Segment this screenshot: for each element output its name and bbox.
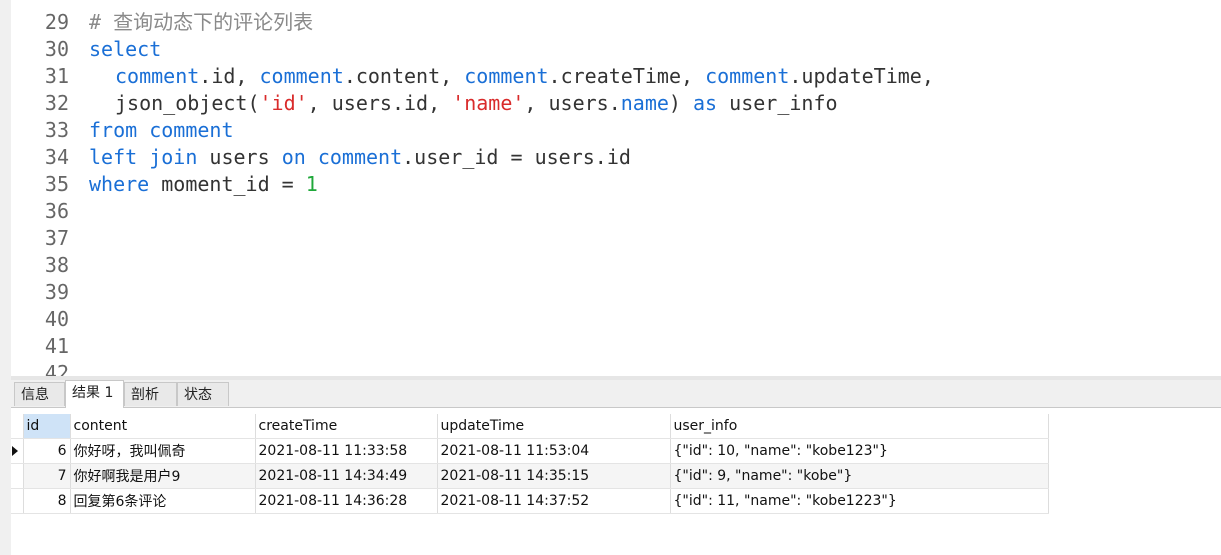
row-marker-header xyxy=(11,414,24,439)
code-token: .createTime, xyxy=(548,64,706,88)
line-number: 42 xyxy=(44,361,69,376)
column-header[interactable]: createTime xyxy=(255,414,438,439)
result-header-row: id content createTime updateTime user_info xyxy=(11,414,1049,439)
code-token: comment xyxy=(259,64,344,88)
code-token: , users. xyxy=(524,91,621,115)
line-number: 29 xyxy=(44,10,69,34)
column-header[interactable]: content xyxy=(70,414,256,439)
code-token: 'id' xyxy=(259,91,308,115)
code-token: where xyxy=(89,172,150,196)
code-token: .content, xyxy=(343,64,465,88)
table-cell[interactable]: {"id": 11, "name": "kobe1223"} xyxy=(670,488,1049,514)
row-selector[interactable] xyxy=(11,488,24,514)
code-token: .updateTime, xyxy=(789,64,934,88)
code-token: comment xyxy=(115,64,200,88)
code-text: left join users on comment.user_id = use… xyxy=(89,144,631,171)
table-cell[interactable]: 2021-08-11 11:33:58 xyxy=(255,438,438,464)
code-text: from comment xyxy=(89,117,234,144)
table-cell[interactable]: 6 xyxy=(23,438,71,464)
code-token: 1 xyxy=(305,172,318,196)
code-token: comment xyxy=(705,64,790,88)
code-text: select xyxy=(89,36,161,63)
line-number: 34 xyxy=(44,145,69,169)
code-token: , users.id, xyxy=(307,91,453,115)
table-cell[interactable]: 2021-08-11 14:34:49 xyxy=(255,463,438,489)
line-number: 33 xyxy=(44,118,69,142)
code-token: left xyxy=(89,145,138,169)
table-cell[interactable]: {"id": 10, "name": "kobe123"} xyxy=(670,438,1049,464)
table-row[interactable]: 7 你好啊我是用户9 2021-08-11 14:34:49 2021-08-11 1… xyxy=(11,463,1049,489)
row-selector[interactable] xyxy=(11,438,24,464)
code-token: json_object( xyxy=(115,91,260,115)
code-token: .user_id = users.id xyxy=(402,145,631,169)
line-number: 41 xyxy=(44,334,69,358)
column-header[interactable]: updateTime xyxy=(437,414,671,439)
table-cell[interactable]: 2021-08-11 11:53:04 xyxy=(437,438,671,464)
table-cell[interactable]: 回复第6条评论 xyxy=(70,488,256,514)
result-tab[interactable]: 状态 xyxy=(177,382,229,406)
table-row[interactable]: 6 你好呀，我叫佩奇 2021-08-11 11:33:58 2021-08-11 1… xyxy=(11,438,1049,464)
line-number: 39 xyxy=(44,280,69,304)
left-edge-strip xyxy=(0,0,11,555)
table-cell[interactable]: 7 xyxy=(23,463,71,489)
code-token: users xyxy=(197,145,282,169)
table-cell[interactable]: 你好啊我是用户9 xyxy=(70,463,256,489)
code-token: name xyxy=(620,91,669,115)
result-grid-area: id content createTime updateTime user_info 6… xyxy=(11,408,1221,555)
code-token: as xyxy=(693,91,718,115)
line-number: 36 xyxy=(44,199,69,223)
result-tab[interactable]: 结果 1 xyxy=(65,380,124,408)
line-number: 37 xyxy=(44,226,69,250)
code-text: json_object('id', users.id, 'name', user… xyxy=(89,90,838,117)
line-number: 40 xyxy=(44,307,69,331)
code-token: user_info xyxy=(717,91,838,115)
table-cell[interactable]: {"id": 9, "name": "kobe"} xyxy=(670,463,1049,489)
code-text: comment.id, comment.content, comment.cre… xyxy=(89,63,934,90)
code-token: .id, xyxy=(199,64,260,88)
code-token: select xyxy=(89,37,162,61)
code-token: 'name' xyxy=(452,91,525,115)
code-token: moment_id = xyxy=(149,172,306,196)
code-token: comment xyxy=(317,145,403,169)
column-header[interactable]: user_info xyxy=(670,414,1049,439)
result-tab-bar: 信息 结果 1 剖析 状态 xyxy=(11,380,1221,408)
row-selector[interactable] xyxy=(11,463,24,489)
table-row[interactable]: 8 回复第6条评论 2021-08-11 14:36:28 2021-08-11 14… xyxy=(11,488,1049,514)
table-cell[interactable]: 你好呀，我叫佩奇 xyxy=(70,438,256,464)
sql-editor[interactable]: 29 # 查询动态下的评论列表 30 select 31 comment.id, comm… xyxy=(11,0,1221,376)
code-token: comment xyxy=(149,118,234,142)
code-token: ) xyxy=(668,91,694,115)
current-row-arrow-icon xyxy=(12,446,18,456)
sql-query-window: 29 # 查询动态下的评论列表 30 select 31 comment.id, comm… xyxy=(0,0,1221,555)
table-cell[interactable]: 2021-08-11 14:37:52 xyxy=(437,488,671,514)
code-token: join xyxy=(149,145,198,169)
line-number: 38 xyxy=(44,253,69,277)
line-number: 32 xyxy=(44,91,69,115)
line-number: 35 xyxy=(44,172,69,196)
code-token: # 查询动态下的评论列表 xyxy=(89,10,314,34)
result-tab[interactable]: 信息 xyxy=(14,382,65,406)
line-number: 30 xyxy=(44,37,69,61)
code-token: comment xyxy=(464,64,549,88)
result-tab[interactable]: 剖析 xyxy=(124,382,177,406)
table-cell[interactable]: 2021-08-11 14:36:28 xyxy=(255,488,438,514)
column-header[interactable]: id xyxy=(23,414,71,439)
code-text: # 查询动态下的评论列表 xyxy=(89,9,313,36)
code-token: from xyxy=(89,118,138,142)
table-cell[interactable]: 2021-08-11 14:35:15 xyxy=(437,463,671,489)
result-grid: id content createTime updateTime user_info 6… xyxy=(11,414,1049,514)
code-text: where moment_id = 1 xyxy=(89,171,318,198)
code-token: on xyxy=(281,145,306,169)
line-number: 31 xyxy=(44,64,69,88)
table-cell[interactable]: 8 xyxy=(23,488,71,514)
